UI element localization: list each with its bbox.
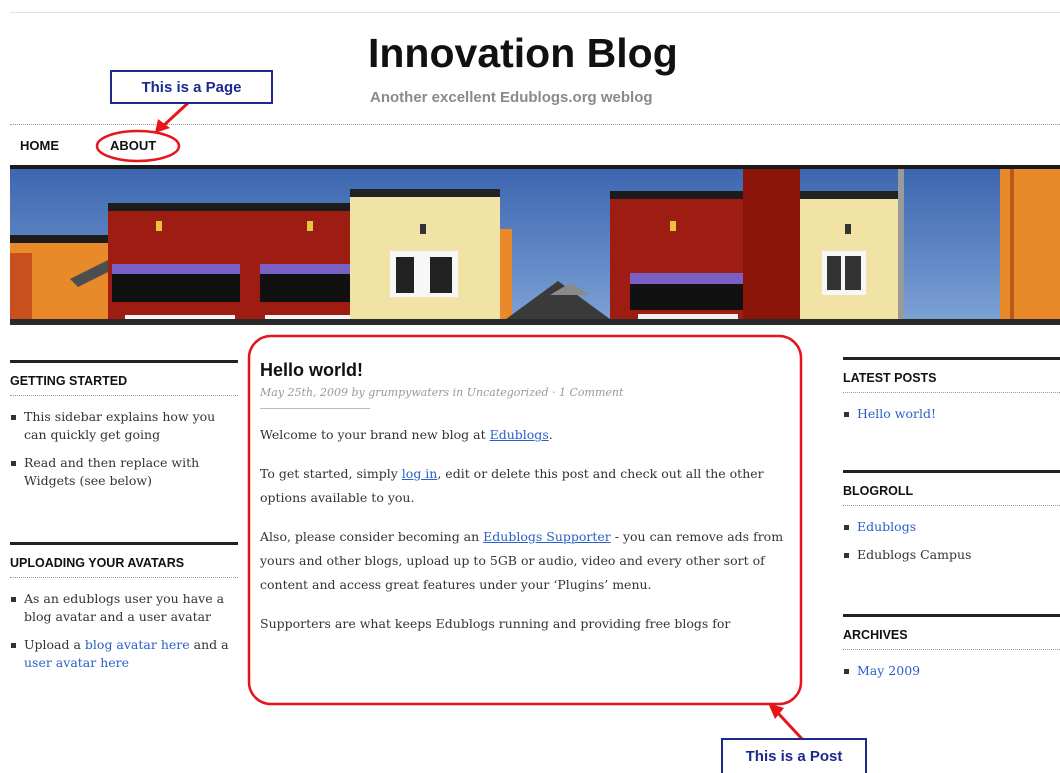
list-item: Hello world! <box>843 405 1060 423</box>
list-item: This sidebar explains how you can quickl… <box>10 408 238 444</box>
item-text: Upload a <box>24 637 85 652</box>
widget-list: This sidebar explains how you can quickl… <box>10 408 238 490</box>
post-paragraph: Welcome to your brand new blog at Edublo… <box>260 423 800 447</box>
archive-link-may-2009[interactable]: May 2009 <box>857 663 920 678</box>
widget-blogroll: BLOGROLL Edublogs Edublogs Campus <box>843 470 1060 574</box>
post-divider <box>260 408 370 409</box>
widget-uploading-avatars: UPLOADING YOUR AVATARS As an edublogs us… <box>10 542 238 682</box>
header-banner-image <box>10 169 1060 325</box>
widget-list: Edublogs Edublogs Campus <box>843 518 1060 564</box>
text: Also, please consider becoming an <box>260 529 484 544</box>
header-divider <box>10 124 1060 125</box>
list-item: Edublogs <box>843 518 1060 536</box>
widget-latest-posts: LATEST POSTS Hello world! <box>843 357 1060 433</box>
post-arrow-line <box>775 710 805 742</box>
latest-post-link[interactable]: Hello world! <box>857 406 936 421</box>
list-item: Edublogs Campus <box>843 546 1060 564</box>
nav-home-link[interactable]: HOME <box>20 138 59 153</box>
post-meta: May 25th, 2009 by grumpywaters in Uncate… <box>260 386 624 399</box>
list-item: May 2009 <box>843 662 1060 680</box>
widget-title: BLOGROLL <box>843 473 1060 506</box>
nav-about-link[interactable]: ABOUT <box>110 138 156 153</box>
post-paragraph: Supporters are what keeps Edublogs runni… <box>260 616 731 631</box>
widget-title: LATEST POSTS <box>843 360 1060 393</box>
top-divider <box>10 12 1060 13</box>
post-body: Welcome to your brand new blog at Edublo… <box>260 423 800 636</box>
site-description: Another excellent Edublogs.org weblog <box>370 89 653 106</box>
text: To get started, simply <box>260 466 402 481</box>
page-arrow-head <box>155 119 170 133</box>
user-avatar-link[interactable]: user avatar here <box>24 655 129 670</box>
post-title[interactable]: Hello world! <box>260 360 800 381</box>
widget-list: Hello world! <box>843 405 1060 423</box>
widget-archives: ARCHIVES May 2009 <box>843 614 1060 690</box>
blog-avatar-link[interactable]: blog avatar here <box>85 637 190 652</box>
site-title[interactable]: Innovation Blog <box>368 30 678 77</box>
widget-list: May 2009 <box>843 662 1060 680</box>
supporter-link[interactable]: Edublogs Supporter <box>483 529 611 544</box>
edublogs-link[interactable]: Edublogs <box>490 427 549 442</box>
widget-list: As an edublogs user you have a blog avat… <box>10 590 238 672</box>
post-arrow-head <box>768 703 784 719</box>
widget-title: GETTING STARTED <box>10 363 238 396</box>
page-annotation-label: This is a Page <box>110 70 273 104</box>
post: Hello world! May 25th, 2009 by grumpywat… <box>260 360 800 636</box>
text: Welcome to your brand new blog at <box>260 427 490 442</box>
item-text: and a <box>189 637 229 652</box>
post-paragraph: Also, please consider becoming an Edublo… <box>260 525 800 597</box>
blogroll-link-edublogs[interactable]: Edublogs <box>857 519 916 534</box>
widget-getting-started: GETTING STARTED This sidebar explains ho… <box>10 360 238 500</box>
list-item: As an edublogs user you have a blog avat… <box>10 590 238 626</box>
login-link[interactable]: log in <box>402 466 438 481</box>
list-item: Upload a blog avatar here and a user ava… <box>10 636 238 672</box>
widget-title: UPLOADING YOUR AVATARS <box>10 545 238 578</box>
widget-title: ARCHIVES <box>843 617 1060 650</box>
text: . <box>548 427 553 442</box>
post-annotation-label: This is a Post <box>721 738 867 773</box>
post-paragraph: To get started, simply log in, edit or d… <box>260 462 800 510</box>
list-item: Read and then replace with Widgets (see … <box>10 454 238 490</box>
